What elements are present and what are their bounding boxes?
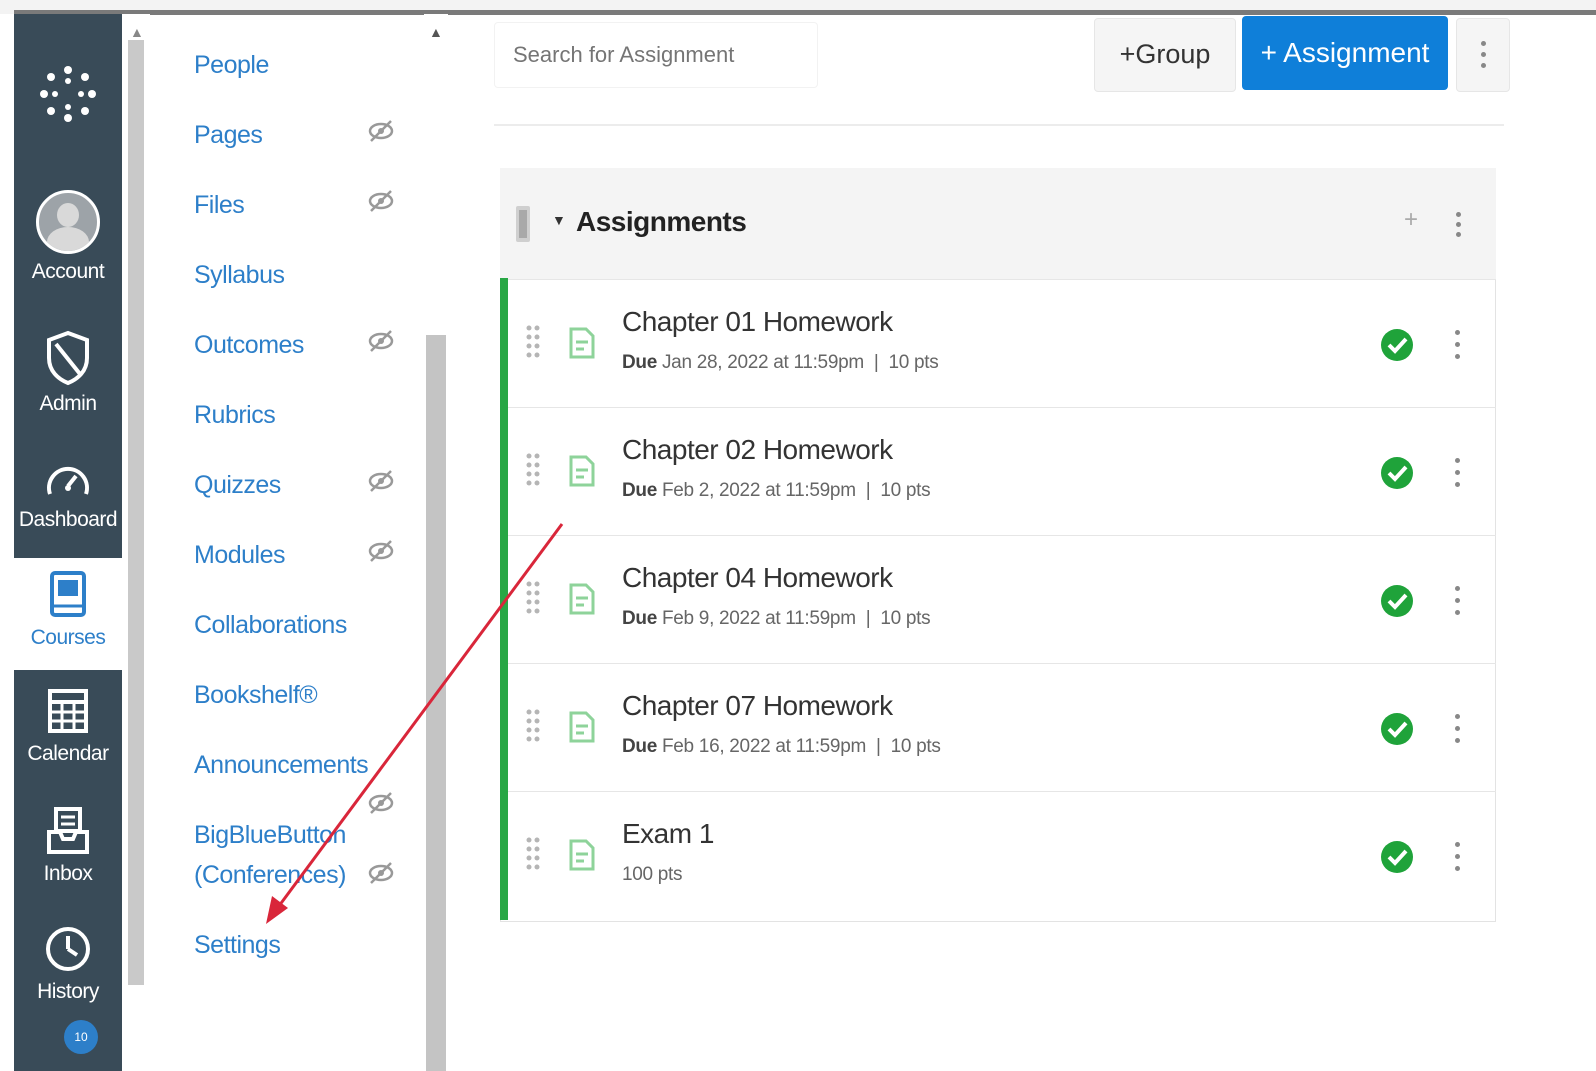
assignment-icon bbox=[569, 455, 595, 487]
calendar-icon bbox=[48, 689, 88, 733]
drag-handle-icon[interactable] bbox=[526, 452, 540, 488]
course-nav-rubrics[interactable]: Rubrics bbox=[194, 400, 276, 430]
eye-hidden-icon[interactable] bbox=[368, 118, 394, 144]
course-nav-settings[interactable]: Settings bbox=[194, 930, 281, 960]
course-nav-files[interactable]: Files bbox=[194, 190, 245, 220]
chevron-up-icon[interactable]: ▲ bbox=[429, 24, 443, 40]
kebab-icon[interactable] bbox=[1452, 328, 1464, 362]
drag-handle-icon[interactable] bbox=[526, 836, 540, 872]
eye-hidden-icon[interactable] bbox=[368, 188, 394, 214]
chevron-up-icon[interactable]: ▲ bbox=[130, 24, 144, 40]
assignment-meta: Due Feb 9, 2022 at 11:59pm | 10 pts bbox=[622, 608, 931, 629]
course-nav-announcements[interactable]: Announcements bbox=[194, 750, 369, 780]
assignment-title[interactable]: Exam 1 bbox=[622, 818, 714, 850]
assignment-icon bbox=[569, 327, 595, 359]
global-navigation: Account Admin Dashboard Courses Calendar… bbox=[14, 14, 122, 1071]
main-scrollbar[interactable] bbox=[426, 335, 446, 1071]
more-options-button[interactable] bbox=[1456, 18, 1510, 92]
add-assignment-button[interactable]: + Assignment bbox=[1242, 16, 1448, 90]
assignment-title[interactable]: Chapter 02 Homework bbox=[622, 434, 893, 466]
drag-handle-icon[interactable] bbox=[526, 580, 540, 616]
nav-courses-label: Courses bbox=[30, 626, 106, 649]
caret-down-icon[interactable]: ▼ bbox=[552, 212, 566, 228]
nav-calendar-label: Calendar bbox=[27, 742, 109, 765]
course-nav-syllabus[interactable]: Syllabus bbox=[194, 260, 285, 290]
nav-history-label: History bbox=[37, 980, 99, 1003]
published-check-icon[interactable] bbox=[1380, 712, 1414, 746]
kebab-icon[interactable] bbox=[1452, 584, 1464, 618]
published-check-icon[interactable] bbox=[1380, 328, 1414, 362]
add-group-button[interactable]: +Group bbox=[1094, 18, 1236, 92]
eye-hidden-icon[interactable] bbox=[368, 538, 394, 564]
notification-badge: 10 bbox=[64, 1020, 98, 1054]
inbox-icon bbox=[47, 807, 89, 854]
course-nav-bigbluebutton[interactable]: BigBlueButton bbox=[194, 820, 346, 850]
assignment-meta: Due Feb 2, 2022 at 11:59pm | 10 pts bbox=[622, 480, 931, 501]
assignment-meta: Due Feb 16, 2022 at 11:59pm | 10 pts bbox=[622, 736, 941, 757]
course-nav-scrollbar[interactable] bbox=[128, 40, 144, 985]
course-nav-bookshelf[interactable]: Bookshelf® bbox=[194, 680, 318, 710]
course-nav-collaborations[interactable]: Collaborations bbox=[194, 610, 347, 640]
nav-inbox-label: Inbox bbox=[43, 862, 93, 885]
eye-hidden-icon[interactable] bbox=[368, 468, 394, 494]
group-title: Assignments bbox=[576, 206, 747, 237]
published-check-icon[interactable] bbox=[1380, 840, 1414, 874]
nav-admin-label: Admin bbox=[39, 392, 97, 415]
assignment-title[interactable]: Chapter 07 Homework bbox=[622, 690, 893, 722]
course-nav-conferences[interactable]: (Conferences) bbox=[194, 860, 346, 890]
canvas-logo-icon[interactable] bbox=[38, 64, 98, 124]
assignment-row[interactable]: Chapter 01 Homework Due Jan 28, 2022 at … bbox=[508, 280, 1496, 408]
assignment-icon bbox=[569, 711, 595, 743]
kebab-icon[interactable] bbox=[1452, 456, 1464, 490]
shield-icon bbox=[47, 330, 89, 386]
assignment-title[interactable]: Chapter 04 Homework bbox=[622, 562, 893, 594]
published-check-icon[interactable] bbox=[1380, 584, 1414, 618]
course-navigation: People Pages Files Syllabus Outcomes Rub… bbox=[150, 14, 420, 1071]
course-nav-modules[interactable]: Modules bbox=[194, 540, 286, 570]
assignment-row[interactable]: Exam 1 100 pts bbox=[508, 792, 1496, 920]
assignment-title[interactable]: Chapter 01 Homework bbox=[622, 306, 893, 338]
eye-hidden-icon[interactable] bbox=[368, 860, 394, 886]
eye-hidden-icon[interactable] bbox=[368, 790, 394, 816]
eye-hidden-icon[interactable] bbox=[368, 328, 394, 354]
assignment-meta: Due Jan 28, 2022 at 11:59pm | 10 pts bbox=[622, 352, 939, 373]
header-divider bbox=[494, 124, 1504, 126]
dashboard-gauge-icon bbox=[47, 466, 89, 495]
kebab-icon[interactable] bbox=[1452, 712, 1464, 746]
course-nav-pages[interactable]: Pages bbox=[194, 120, 263, 150]
assignment-meta: 100 pts bbox=[622, 864, 683, 885]
courses-book-icon bbox=[50, 571, 86, 617]
drag-handle-icon[interactable] bbox=[526, 708, 540, 744]
course-nav-outcomes[interactable]: Outcomes bbox=[194, 330, 304, 360]
course-nav-people[interactable]: People bbox=[194, 50, 269, 80]
nav-admin[interactable]: Admin bbox=[14, 330, 122, 416]
assignment-icon bbox=[569, 583, 595, 615]
nav-calendar[interactable]: Calendar bbox=[14, 686, 122, 766]
course-nav-quizzes[interactable]: Quizzes bbox=[194, 470, 281, 500]
assignment-row[interactable]: Chapter 07 Homework Due Feb 16, 2022 at … bbox=[508, 664, 1496, 792]
quiz-icon bbox=[569, 839, 595, 871]
kebab-icon[interactable] bbox=[1452, 840, 1464, 874]
add-to-group-icon[interactable]: + bbox=[1404, 206, 1418, 234]
clock-icon bbox=[46, 927, 90, 971]
search-input[interactable] bbox=[494, 22, 818, 88]
assignment-row[interactable]: Chapter 04 Homework Due Feb 9, 2022 at 1… bbox=[508, 536, 1496, 664]
drag-handle-icon[interactable] bbox=[516, 206, 530, 242]
published-indicator-bar bbox=[500, 278, 508, 920]
avatar bbox=[36, 190, 100, 254]
nav-inbox[interactable]: Inbox bbox=[14, 806, 122, 886]
nav-history[interactable]: History bbox=[14, 924, 122, 1004]
nav-dashboard-label: Dashboard bbox=[18, 508, 118, 531]
nav-account-label: Account bbox=[31, 260, 105, 283]
drag-handle-icon[interactable] bbox=[526, 324, 540, 360]
assignment-row[interactable]: Chapter 02 Homework Due Feb 2, 2022 at 1… bbox=[508, 408, 1496, 536]
nav-courses[interactable]: Courses bbox=[14, 558, 122, 670]
published-check-icon[interactable] bbox=[1380, 456, 1414, 490]
nav-dashboard[interactable]: Dashboard bbox=[14, 458, 122, 532]
nav-account[interactable]: Account bbox=[14, 190, 122, 284]
